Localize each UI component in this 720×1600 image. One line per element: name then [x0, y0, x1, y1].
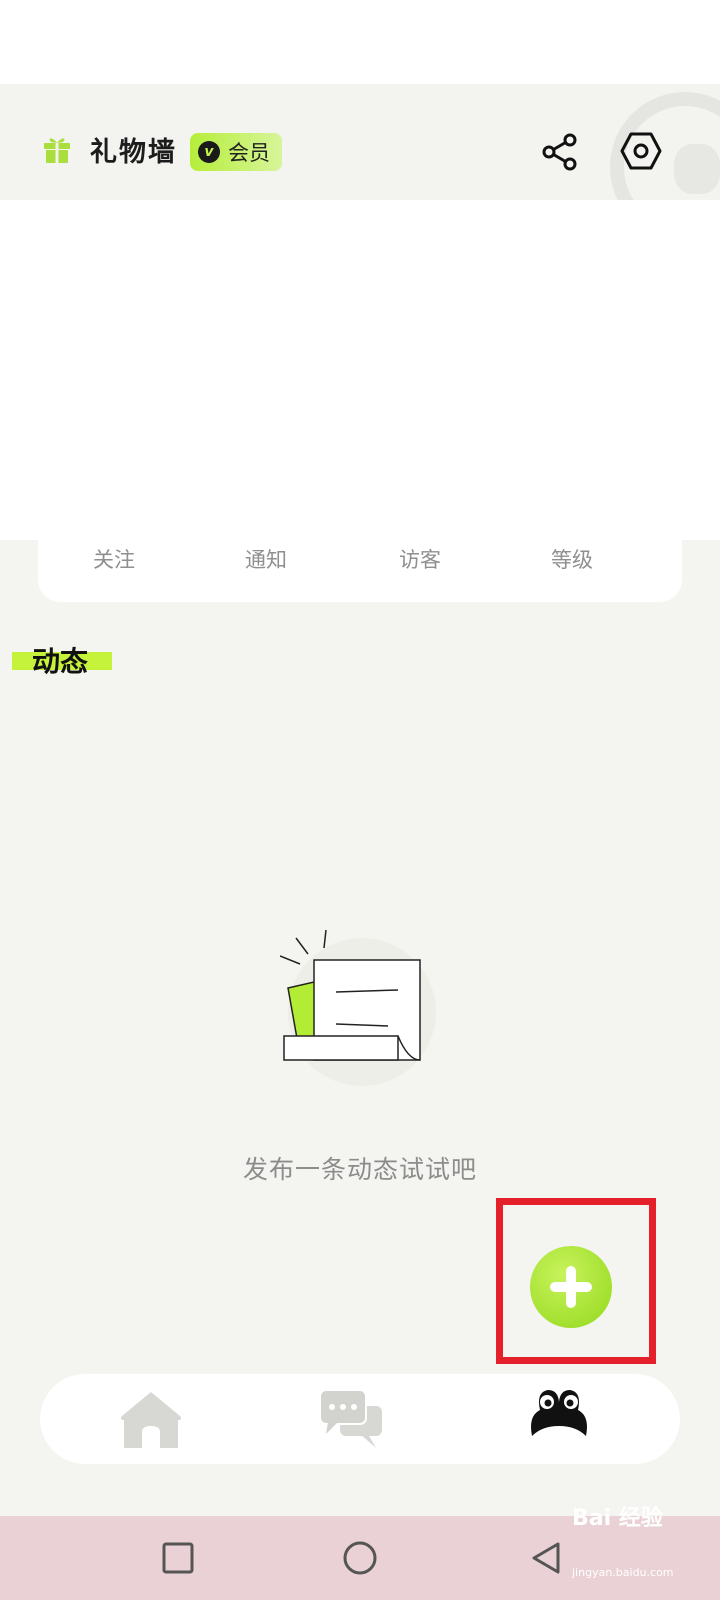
watermark-url: jingyan.baidu.com [572, 1566, 674, 1579]
profile-page: 礼物墙 v 会员 关注 通知 访客 等级 动态 发布一条动态试试吧 Bai 经验… [0, 0, 720, 1600]
stats-bar: 关注 通知 访客 等级 [38, 530, 682, 602]
status-bar [0, 0, 720, 84]
home-icon[interactable] [118, 1386, 184, 1452]
share-icon[interactable] [540, 132, 580, 172]
profile-banner [0, 200, 720, 540]
frog-face-icon[interactable] [526, 1386, 592, 1452]
empty-document-illustration [280, 930, 436, 1086]
vip-label: 会员 [228, 141, 270, 165]
watermark-logo: Bai 经验 [572, 1506, 663, 1531]
vip-badge[interactable]: v 会员 [190, 133, 282, 171]
empty-state-text: 发布一条动态试试吧 [242, 1155, 477, 1184]
feed-section-header: 动态 [12, 640, 112, 680]
settings-hex-icon[interactable] [620, 130, 662, 172]
add-post-button[interactable] [530, 1246, 612, 1328]
gift-icon [44, 138, 70, 163]
profile-header: 礼物墙 v 会员 [0, 84, 720, 242]
recent-apps-icon[interactable] [160, 1540, 196, 1576]
stat-visitors[interactable]: 访客 [380, 544, 460, 574]
back-triangle-icon[interactable] [528, 1540, 564, 1576]
section-title: 动态 [32, 645, 89, 678]
header-decoration-blob [674, 144, 720, 194]
bottom-nav [40, 1374, 680, 1464]
chat-bubbles-icon[interactable] [318, 1386, 384, 1452]
stat-level[interactable]: 等级 [532, 544, 612, 574]
page-title: 礼物墙 [90, 137, 177, 168]
stat-notifications[interactable]: 通知 [226, 544, 306, 574]
plus-icon-vertical [566, 1266, 576, 1308]
vip-letter: v [198, 141, 220, 163]
stat-follow[interactable]: 关注 [74, 544, 154, 574]
home-circle-icon[interactable] [342, 1540, 378, 1576]
